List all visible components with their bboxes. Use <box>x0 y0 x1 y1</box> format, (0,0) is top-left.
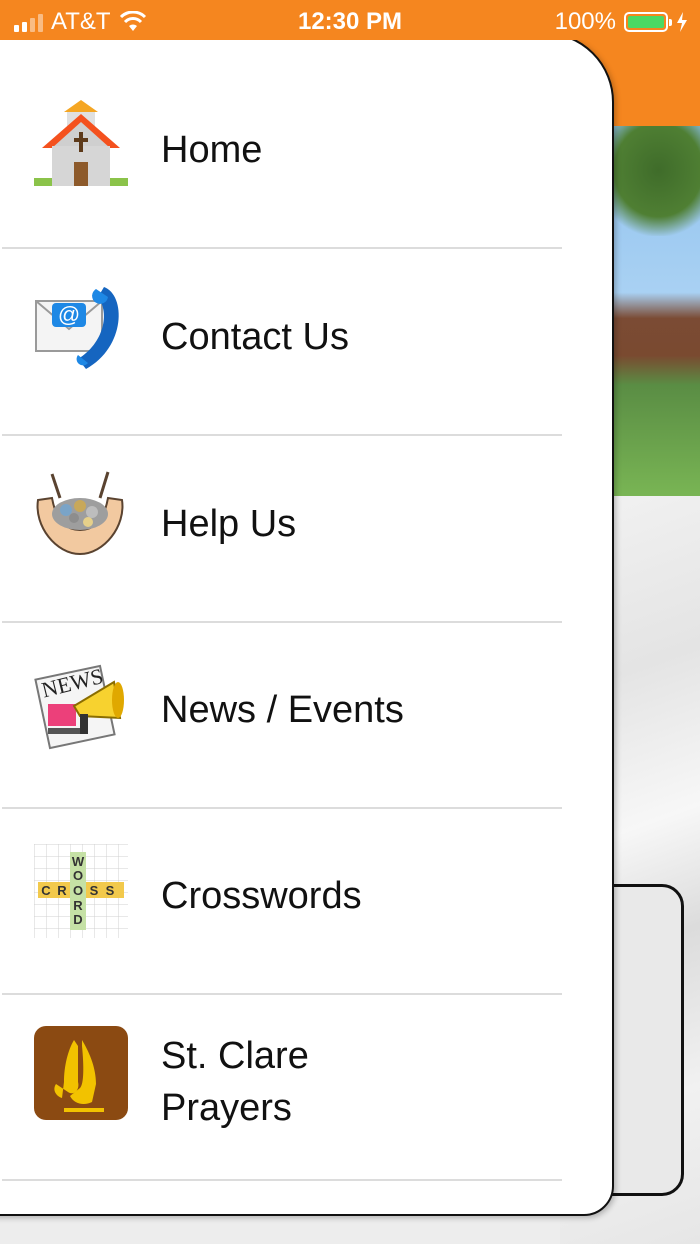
newspaper-megaphone-icon: NEWS <box>34 663 124 750</box>
svg-text:@: @ <box>58 302 80 327</box>
menu-item-contact-us[interactable]: @ Contact Us <box>2 249 562 436</box>
praying-hands-icon <box>34 1026 128 1120</box>
menu-label-news-events: News / Events <box>161 689 404 731</box>
charging-icon <box>677 12 687 32</box>
menu-label-contact-us: Contact Us <box>161 316 349 358</box>
status-bar: AT&T 12:30 PM 100% <box>0 0 700 40</box>
svg-text:W: W <box>72 854 85 869</box>
menu-label-st-clare-prayers: St. Clare Prayers <box>161 1035 309 1129</box>
svg-text:R: R <box>57 883 67 898</box>
menu-label-crosswords: Crosswords <box>161 875 362 917</box>
battery-percent: 100% <box>554 8 616 35</box>
menu-item-st-clare-prayers[interactable]: St. Clare Prayers <box>2 994 562 1181</box>
navigation-drawer: Home @ Contact Us Help Us NEWS News / Ev… <box>0 32 614 1216</box>
svg-text:O: O <box>73 883 83 898</box>
svg-text:S: S <box>90 883 99 898</box>
menu-item-home[interactable]: Home <box>2 62 562 249</box>
email-phone-icon: @ <box>35 287 119 369</box>
menu-item-crosswords[interactable]: W O R D C R O S S Crosswords <box>2 808 562 995</box>
hands-offering-icon <box>36 471 124 556</box>
church-icon <box>34 100 128 186</box>
menu-label-help-us: Help Us <box>161 503 297 545</box>
menu-label-home: Home <box>161 129 263 171</box>
battery-icon <box>624 12 672 32</box>
svg-text:C: C <box>41 883 51 898</box>
svg-text:D: D <box>73 912 82 927</box>
svg-text:R: R <box>73 898 83 913</box>
svg-text:O: O <box>73 868 83 883</box>
menu-item-help-us[interactable]: Help Us <box>2 436 562 623</box>
crossword-icon: W O R D C R O S S <box>34 844 128 938</box>
menu-item-news-events[interactable]: NEWS News / Events <box>2 622 562 809</box>
svg-text:S: S <box>106 883 115 898</box>
